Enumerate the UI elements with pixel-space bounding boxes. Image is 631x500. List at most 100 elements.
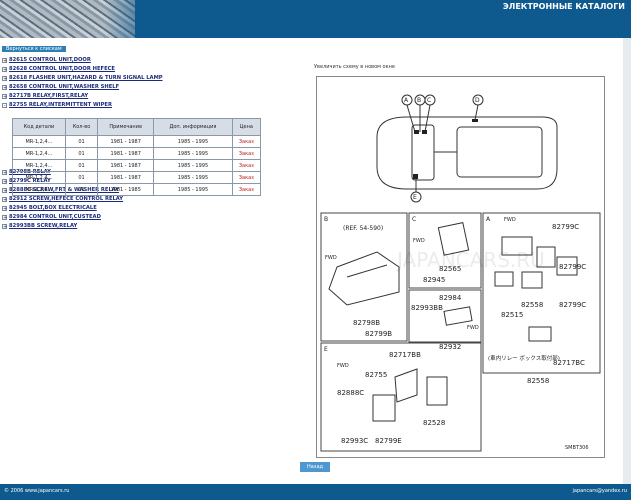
car-outline bbox=[376, 116, 558, 190]
table-header-cell: Код детали bbox=[12, 118, 66, 136]
tree-item-label[interactable]: 82618 FLASHER UNIT,HAZARD & TURN SIGNAL … bbox=[9, 74, 163, 83]
label-e: E bbox=[413, 194, 417, 201]
table-cell: MR-1,2,4... bbox=[12, 135, 66, 148]
tree-item[interactable]: +82717B RELAY,FIRST,RELAY bbox=[2, 92, 302, 101]
order-link[interactable]: Заказ bbox=[231, 183, 262, 196]
expand-icon[interactable]: + bbox=[2, 197, 7, 203]
tree-item[interactable]: -82755 RELAY,INTERMITTENT WIPER bbox=[2, 101, 302, 110]
table-row: MR-1,2,4... 01 1981 - 1987 1985 - 1995 Заказ bbox=[12, 159, 262, 172]
footer-email[interactable]: japancars@yandex.ru bbox=[573, 488, 627, 494]
expand-icon[interactable]: + bbox=[2, 76, 7, 82]
table-cell: 1981 - 1987 bbox=[97, 147, 155, 160]
table-cell: 1985 - 1995 bbox=[153, 159, 233, 172]
callout-circles bbox=[401, 94, 484, 203]
collapse-icon[interactable]: - bbox=[2, 103, 7, 109]
tree-item[interactable]: +82658 CONTROL UNIT,WASHER SHELF bbox=[2, 83, 302, 92]
header-title: ЭЛЕКТРОННЫЕ КАТАЛОГИ bbox=[502, 2, 625, 11]
tree-item[interactable]: +82984 CONTROL UNIT,CUSTEAD bbox=[2, 213, 302, 222]
expand-icon[interactable]: + bbox=[2, 94, 7, 100]
table-cell: 01 bbox=[64, 171, 99, 184]
order-link[interactable]: Заказ bbox=[231, 147, 262, 160]
tree-item-label[interactable]: 82945 BOLT,BOX ELECTRICALE bbox=[9, 204, 97, 213]
fwd-mid: FWD bbox=[467, 325, 479, 331]
fwd-a: FWD bbox=[504, 217, 516, 223]
panel-b-letter: B bbox=[324, 216, 328, 223]
tree-item[interactable]: +82615 CONTROL UNIT,DOOR bbox=[2, 56, 302, 65]
expand-icon[interactable]: + bbox=[2, 67, 7, 73]
table-cell: 1985 - 1995 bbox=[153, 171, 233, 184]
expand-icon[interactable]: + bbox=[2, 224, 7, 230]
expand-icon[interactable]: + bbox=[2, 58, 7, 64]
tree-item[interactable]: +82912 SCREW,HEFECE CONTROL RELAY bbox=[2, 195, 302, 204]
table-cell: MR-1,2,4... bbox=[12, 183, 66, 196]
tree-item[interactable]: +82993BB SCREW,RELAY bbox=[2, 222, 302, 231]
tree-item-label[interactable]: 82615 CONTROL UNIT,DOOR bbox=[9, 56, 91, 65]
watermark: JAPANCARS.RU bbox=[395, 248, 545, 272]
tree-item[interactable]: +82945 BOLT,BOX ELECTRICALE bbox=[2, 204, 302, 213]
table-cell: 01 bbox=[64, 183, 99, 196]
pn-82755: 82755 bbox=[365, 371, 387, 379]
table-header-cell: Цена bbox=[231, 118, 262, 136]
expand-icon[interactable]: + bbox=[2, 206, 7, 212]
pn-82528: 82528 bbox=[423, 419, 445, 427]
ref-label: (REF. 54-590) bbox=[343, 225, 383, 232]
tree-item-label[interactable]: 82912 SCREW,HEFECE CONTROL RELAY bbox=[9, 195, 123, 204]
pn-82798b: 82798B bbox=[353, 319, 380, 327]
pn-82558-1: 82558 bbox=[521, 301, 543, 309]
order-link[interactable]: Заказ bbox=[231, 135, 262, 148]
fwd-e: FWD bbox=[337, 363, 349, 369]
pn-82799c-2: 82799C bbox=[559, 263, 586, 271]
table-row: MR-1,2,4... 01 1981 - 1987 1985 - 1995 Заказ bbox=[12, 135, 262, 148]
pn-82799c-1: 82799C bbox=[552, 223, 579, 231]
tree-item-label[interactable]: 82717B RELAY,FIRST,RELAY bbox=[9, 92, 88, 101]
pn-82888c: 82888C bbox=[337, 389, 364, 397]
panel-a-letter: A bbox=[486, 216, 491, 223]
pn-82984: 82984 bbox=[439, 294, 462, 302]
expand-icon[interactable]: + bbox=[2, 215, 7, 221]
tree-item[interactable]: +82618 FLASHER UNIT,HAZARD & TURN SIGNAL… bbox=[2, 74, 302, 83]
table-cell: 01 bbox=[64, 147, 99, 160]
diagram-code: SMBT306 bbox=[565, 445, 589, 451]
table-cell: MR-1,2,4... bbox=[12, 171, 66, 184]
pn-82515: 82515 bbox=[501, 311, 523, 319]
table-header-row: Код детали Кол-во Примечание Доп. информаци… bbox=[12, 118, 262, 136]
expand-icon[interactable]: + bbox=[2, 188, 7, 194]
label-c: C bbox=[427, 97, 431, 104]
tree-item-label[interactable]: 82628 CONTROL UNIT,DOOR HEFECE bbox=[9, 65, 115, 74]
expand-icon[interactable]: + bbox=[2, 85, 7, 91]
order-link[interactable]: Заказ bbox=[231, 171, 262, 184]
tree-item-label[interactable]: 82984 CONTROL UNIT,CUSTEAD bbox=[9, 213, 101, 222]
label-b: B bbox=[417, 97, 421, 104]
parts-diagram[interactable]: A B C D E B (REF. 54-590) FWD 82798B 827… bbox=[316, 76, 605, 458]
footer-copyright: © 2006 www.japancars.ru bbox=[4, 488, 70, 494]
table-row: MR-1,2,4... 01 1981 - 1987 1985 - 1995 Заказ bbox=[12, 147, 262, 160]
tree-item-label[interactable]: 82993BB SCREW,RELAY bbox=[9, 222, 77, 231]
pn-82799e: 82799E bbox=[375, 437, 402, 445]
table-cell: 1985 - 1995 bbox=[153, 135, 233, 148]
table-row: MR-1,2,4... 01 1981 - 1985 1985 - 1995 Заказ bbox=[12, 183, 262, 196]
expand-icon[interactable]: + bbox=[2, 179, 7, 185]
tree-item-label[interactable]: 82755 RELAY,INTERMITTENT WIPER bbox=[9, 101, 112, 110]
fwd-c: FWD bbox=[413, 238, 425, 244]
expand-icon[interactable]: + bbox=[2, 170, 7, 176]
breadcrumb[interactable]: Вернуться к спискам bbox=[2, 46, 66, 52]
table-cell: 01 bbox=[64, 159, 99, 172]
table-cell: 01 bbox=[64, 135, 99, 148]
back-button[interactable]: Назад bbox=[300, 462, 330, 472]
order-link[interactable]: Заказ bbox=[231, 159, 262, 172]
pn-82558-2: 82558 bbox=[527, 377, 549, 385]
logo-image bbox=[0, 0, 165, 38]
fwd-b: FWD bbox=[325, 255, 337, 261]
scrollbar[interactable] bbox=[623, 38, 631, 484]
pn-82717bc: 82717BC bbox=[553, 359, 585, 367]
tree-item[interactable]: +82628 CONTROL UNIT,DOOR HEFECE bbox=[2, 65, 302, 74]
table-cell: 1981 - 1985 bbox=[97, 183, 155, 196]
pn-82799c-3: 82799C bbox=[559, 301, 586, 309]
parts-table: Код детали Кол-во Примечание Доп. информаци… bbox=[12, 118, 262, 196]
table-cell: 1985 - 1995 bbox=[153, 147, 233, 160]
tree-item-label[interactable]: 82658 CONTROL UNIT,WASHER SHELF bbox=[9, 83, 119, 92]
diagram-caption[interactable]: Увеличить схему в новом окне bbox=[314, 64, 395, 70]
footer-bar: © 2006 www.japancars.ru japancars@yandex… bbox=[0, 484, 631, 500]
pn-82993bb: 82993BB bbox=[411, 304, 443, 312]
table-cell: 1981 - 1987 bbox=[97, 135, 155, 148]
